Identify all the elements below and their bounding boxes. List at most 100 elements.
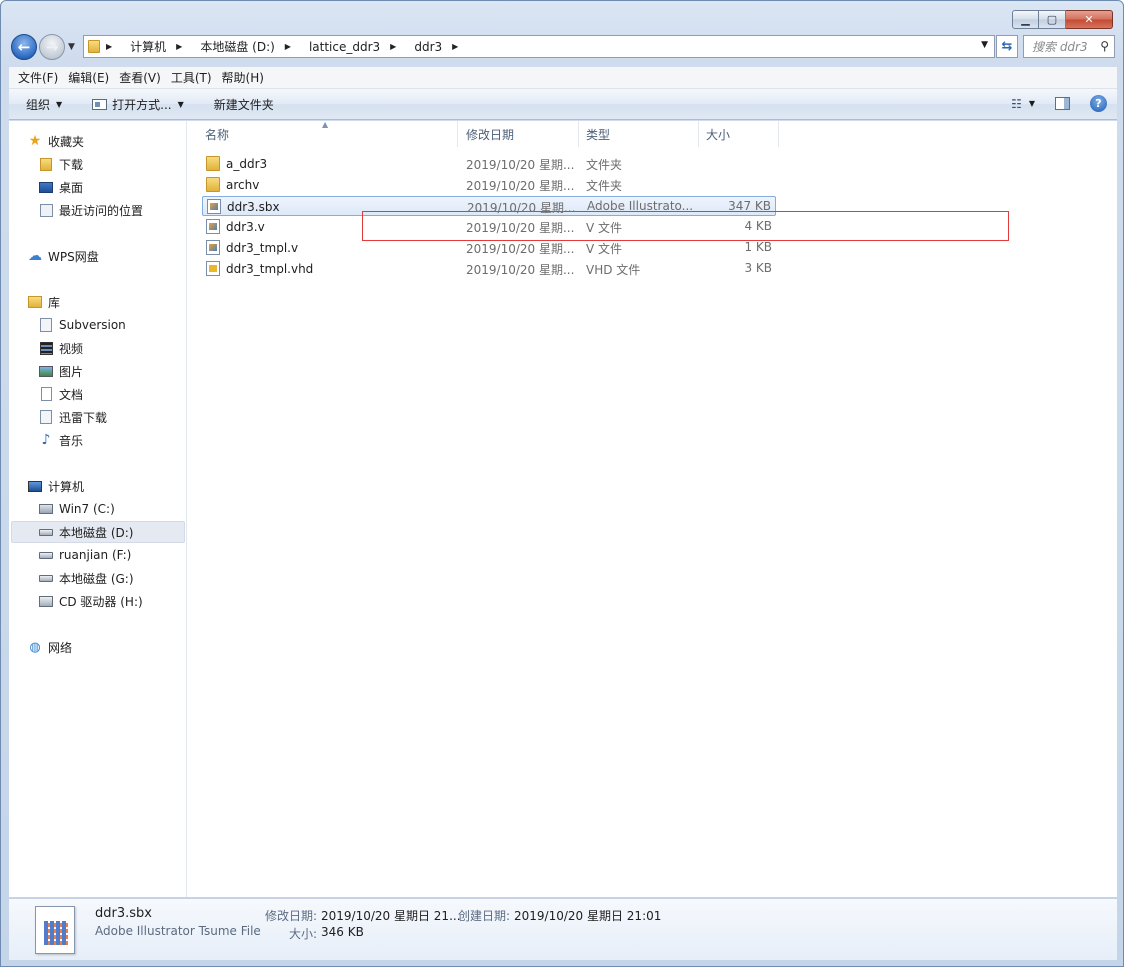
- sidebar-label: 本地磁盘 (G:): [59, 571, 134, 586]
- file-row[interactable]: ddr3_tmpl.vhd 2019/10/20 星期... VHD 文件 3 KB: [202, 259, 776, 279]
- open-with-icon: [92, 98, 108, 110]
- navigation-bar: ← → ▼ ▶ 计算机 ▶ 本地磁盘 (D:) ▶ lattice_ddr3 ▶…: [11, 33, 1115, 61]
- recent-pages-dropdown[interactable]: ▼: [68, 42, 75, 52]
- sidebar-label: 视频: [59, 341, 84, 356]
- network-globe-icon: ◍: [29, 639, 41, 655]
- details-filetype: Adobe Illustrator Tsume File: [95, 924, 261, 938]
- breadcrumb-separator-icon[interactable]: ▶: [390, 42, 396, 51]
- view-options-icon[interactable]: ☷: [1011, 97, 1022, 111]
- verilog-file-icon: [206, 240, 220, 255]
- sidebar-item-documents[interactable]: 文档: [38, 383, 83, 405]
- breadcrumb-separator-icon[interactable]: ▶: [285, 42, 291, 51]
- chevron-down-icon: ▼: [56, 99, 63, 109]
- menu-view[interactable]: 查看(V): [119, 69, 161, 86]
- maximize-button[interactable]: ▢: [1039, 10, 1066, 29]
- file-type-cell: 文件夹: [586, 179, 623, 193]
- file-size-cell: 1 KB: [744, 240, 772, 254]
- file-row[interactable]: archv 2019/10/20 星期... 文件夹: [202, 175, 776, 195]
- breadcrumb-separator-icon[interactable]: ▶: [106, 42, 112, 51]
- refresh-button[interactable]: ⇆: [996, 35, 1018, 58]
- sidebar-libraries[interactable]: 库: [27, 291, 60, 313]
- sidebar-item-drive-d[interactable]: 本地磁盘 (D:): [11, 521, 185, 543]
- navigation-pane: ★ 收藏夹 下载 桌面 最近访问的位置 ☁ WPS网盘 库 Subversion…: [9, 121, 187, 897]
- hard-drive-icon: [38, 524, 54, 540]
- view-dropdown-icon[interactable]: ▼: [1029, 99, 1035, 108]
- hard-drive-icon: [38, 570, 54, 586]
- details-created-label: 创建日期:: [458, 909, 511, 923]
- file-modified-cell: 2019/10/20 星期...: [466, 242, 575, 256]
- verilog-file-icon: [206, 219, 220, 234]
- sidebar-label: 库: [48, 295, 61, 310]
- sidebar-computer[interactable]: 计算机: [27, 475, 84, 497]
- sidebar-item-drive-h[interactable]: CD 驱动器 (H:): [38, 590, 143, 612]
- sidebar-item-subversion[interactable]: Subversion: [38, 314, 126, 336]
- address-bar[interactable]: ▶ 计算机 ▶ 本地磁盘 (D:) ▶ lattice_ddr3 ▶ ddr3 …: [83, 35, 995, 58]
- address-history-dropdown-icon[interactable]: ▼: [981, 40, 988, 50]
- new-folder-button[interactable]: 新建文件夹: [214, 96, 274, 113]
- breadcrumb-drive-d[interactable]: 本地磁盘 (D:): [200, 38, 274, 55]
- sidebar-label: Subversion: [59, 318, 126, 332]
- sidebar-label: 计算机: [48, 479, 85, 494]
- sidebar-item-pictures[interactable]: 图片: [38, 360, 83, 382]
- details-filename: ddr3.sbx: [95, 906, 152, 921]
- library-icon: [27, 294, 43, 310]
- sidebar-label: WPS网盘: [48, 249, 99, 264]
- search-input[interactable]: 搜索 ddr3 ⚲: [1023, 35, 1115, 58]
- video-icon: [38, 340, 54, 356]
- column-header-name[interactable]: 名称: [198, 121, 458, 147]
- open-with-button[interactable]: 打开方式... ▼: [92, 96, 184, 113]
- file-list: ▲ 名称 修改日期 类型 大小 a_ddr3 2019/10/20 星期... 文件…: [188, 120, 1117, 897]
- sidebar-item-downloads[interactable]: 下载: [38, 153, 83, 175]
- forward-button[interactable]: →: [39, 34, 65, 60]
- sidebar-item-xunlei-downloads[interactable]: 迅雷下载: [38, 406, 107, 428]
- search-icon[interactable]: ⚲: [1100, 39, 1109, 53]
- back-button[interactable]: ←: [11, 34, 37, 60]
- organize-button[interactable]: 组织 ▼: [26, 96, 62, 113]
- menu-help[interactable]: 帮助(H): [222, 69, 264, 86]
- sidebar-item-drive-f[interactable]: ruanjian (F:): [38, 544, 131, 566]
- breadcrumb-lattice-ddr3[interactable]: lattice_ddr3: [309, 40, 380, 54]
- breadcrumb-computer[interactable]: 计算机: [130, 38, 166, 55]
- preview-pane-icon[interactable]: [1055, 97, 1070, 110]
- breadcrumb-label: ddr3: [414, 39, 443, 54]
- breadcrumb-separator-icon[interactable]: ▶: [452, 42, 458, 51]
- help-icon[interactable]: ?: [1090, 95, 1107, 112]
- menu-edit[interactable]: 编辑(E): [68, 69, 109, 86]
- menu-tools[interactable]: 工具(T): [171, 69, 212, 86]
- file-name: ddr3_tmpl.v: [226, 240, 299, 255]
- menu-file[interactable]: 文件(F): [18, 69, 58, 86]
- sidebar-label: ruanjian (F:): [59, 548, 132, 562]
- file-modified-cell: 2019/10/20 星期...: [466, 263, 575, 277]
- recent-places-icon: [38, 202, 54, 218]
- system-drive-icon: [38, 501, 54, 517]
- breadcrumb-ddr3[interactable]: ddr3: [414, 40, 442, 54]
- column-header-type[interactable]: 类型: [579, 121, 699, 147]
- sidebar-wps-drive[interactable]: ☁ WPS网盘: [27, 245, 99, 267]
- sidebar-label: 下载: [59, 157, 84, 172]
- sidebar-item-videos[interactable]: 视频: [38, 337, 83, 359]
- column-header-size[interactable]: 大小: [699, 121, 779, 147]
- forward-arrow-icon: →: [45, 38, 59, 56]
- sidebar-item-drive-c[interactable]: Win7 (C:): [38, 498, 115, 520]
- sbx-file-icon: [35, 906, 75, 954]
- close-button[interactable]: ✕: [1066, 10, 1113, 29]
- file-name: ddr3.v: [226, 219, 265, 234]
- file-row[interactable]: ddr3_tmpl.v 2019/10/20 星期... V 文件 1 KB: [202, 238, 776, 258]
- music-note-icon: ♪: [41, 432, 51, 448]
- minimize-button[interactable]: ▁: [1012, 10, 1039, 29]
- sidebar-item-desktop[interactable]: 桌面: [38, 176, 83, 198]
- breadcrumb-separator-icon[interactable]: ▶: [176, 42, 182, 51]
- file-modified-cell: 2019/10/20 星期...: [466, 179, 575, 193]
- view-controls: ☷ ▼ ?: [1011, 95, 1107, 112]
- sbx-file-icon: [207, 199, 221, 214]
- sidebar-favorites[interactable]: ★ 收藏夹: [27, 130, 84, 152]
- sidebar-label: 网络: [48, 640, 73, 655]
- breadcrumb-label: 计算机: [130, 40, 167, 54]
- sidebar-network[interactable]: ◍ 网络: [27, 636, 72, 658]
- sidebar-item-music[interactable]: ♪ 音乐: [38, 429, 83, 451]
- file-row[interactable]: a_ddr3 2019/10/20 星期... 文件夹: [202, 154, 776, 174]
- file-modified-cell: 2019/10/20 星期...: [466, 158, 575, 172]
- column-header-modified[interactable]: 修改日期: [459, 121, 579, 147]
- sidebar-item-recent-places[interactable]: 最近访问的位置: [38, 199, 143, 221]
- sidebar-item-drive-g[interactable]: 本地磁盘 (G:): [38, 567, 134, 589]
